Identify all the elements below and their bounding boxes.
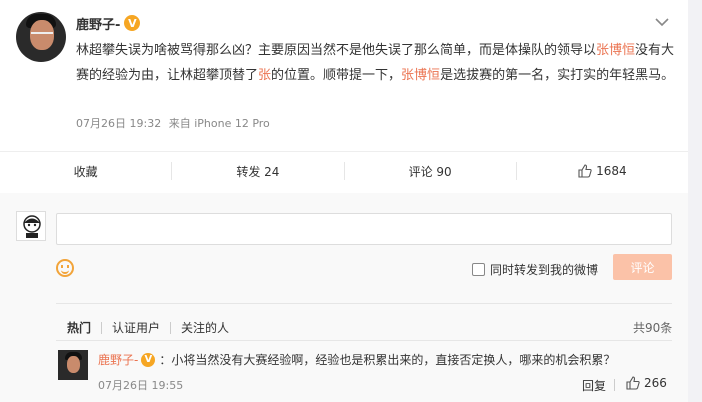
tab-following[interactable]: 关注的人 <box>181 319 229 336</box>
author-avatar[interactable] <box>16 12 66 62</box>
mention-link[interactable]: 张博恒 <box>596 43 635 58</box>
comment-like-count: 266 <box>644 376 667 390</box>
comment-like-button[interactable]: 266 <box>626 376 667 390</box>
comment-input[interactable] <box>56 213 672 245</box>
thumb-up-icon <box>626 376 640 390</box>
post-source: iPhone 12 Pro <box>194 117 270 130</box>
author-name[interactable]: 鹿野子- <box>76 14 120 33</box>
verified-v-icon: V <box>124 15 141 31</box>
tab-hot[interactable]: 热门 <box>67 319 91 336</box>
comment-username[interactable]: 鹿野子- <box>98 351 138 368</box>
comment-time: 07月26日 19:55 <box>98 379 184 392</box>
comment-avatar[interactable] <box>58 350 88 380</box>
divider <box>56 303 672 304</box>
verified-v-icon: V <box>141 352 156 367</box>
comment-filter-tabs: 热门 认证用户 关注的人 <box>67 319 229 336</box>
repost-option-label: 同时转发到我的微博 <box>490 263 599 277</box>
emoji-smile-icon[interactable] <box>56 259 74 277</box>
comment-button[interactable]: 评论 90 <box>345 162 517 180</box>
separator <box>614 379 615 391</box>
like-count: 1684 <box>596 164 627 178</box>
source-prefix: 来自 <box>168 117 191 130</box>
repost-to-my-weibo-option[interactable]: 同时转发到我的微博 <box>472 261 598 278</box>
post-time[interactable]: 07月26日 19:32 <box>76 117 161 130</box>
repost-button[interactable]: 转发 24 <box>172 162 345 180</box>
current-user-avatar <box>16 211 46 241</box>
post-text-segment: 林超攀失误为啥被骂得那么凶？主要原因当然不是他失误了那么简单，而是体操队的领导以 <box>76 43 597 58</box>
comment-item: 鹿野子- V ：小将当然没有大赛经验啊，经验也是积累出来的，直接否定换人，哪来的… <box>98 351 615 368</box>
mention-link[interactable]: 张博恒 <box>401 68 440 83</box>
author-row: 鹿野子- V <box>76 14 141 33</box>
comment-total: 共90条 <box>633 321 673 335</box>
tab-separator <box>101 321 103 334</box>
thumb-up-icon <box>578 164 592 178</box>
tab-verified-users[interactable]: 认证用户 <box>112 319 160 336</box>
tab-separator <box>170 321 172 334</box>
mention-link[interactable]: 张 <box>258 68 271 83</box>
repost-label: 转发 24 <box>236 164 280 179</box>
divider <box>56 340 672 341</box>
post-text-segment: 是选拔赛的第一名，实打实的年轻黑马。 <box>440 68 675 83</box>
favorite-button[interactable]: 收藏 <box>0 162 173 180</box>
comment-section: 同时转发到我的微博 评论 热门 认证用户 关注的人 共90条 鹿野子- V ：小… <box>0 193 688 402</box>
comment-text: ：小将当然没有大赛经验啊，经验也是积累出来的，直接否定换人，哪来的机会积累？ <box>159 353 616 367</box>
post-text: 林超攀失误为啥被骂得那么凶？主要原因当然不是他失误了那么简单，而是体操队的领导以… <box>76 38 676 88</box>
reply-button[interactable]: 回复 <box>582 377 606 394</box>
chevron-down-icon[interactable] <box>653 14 671 30</box>
divider <box>0 151 688 152</box>
comment-label: 评论 90 <box>408 164 452 179</box>
post-text-segment: 的位置。顺带提一下， <box>271 68 402 83</box>
post-meta: 07月26日 19:32 来自 iPhone 12 Pro <box>76 115 270 131</box>
like-button[interactable]: 1684 <box>517 162 688 180</box>
weibo-post-card: 鹿野子- V 林超攀失误为啥被骂得那么凶？主要原因当然不是他失误了那么简单，而是… <box>0 0 688 402</box>
favorite-label: 收藏 <box>73 164 98 179</box>
repost-checkbox[interactable] <box>472 263 485 276</box>
submit-comment-button[interactable]: 评论 <box>613 254 672 280</box>
action-bar: 收藏 转发 24 评论 90 1684 <box>0 154 688 188</box>
